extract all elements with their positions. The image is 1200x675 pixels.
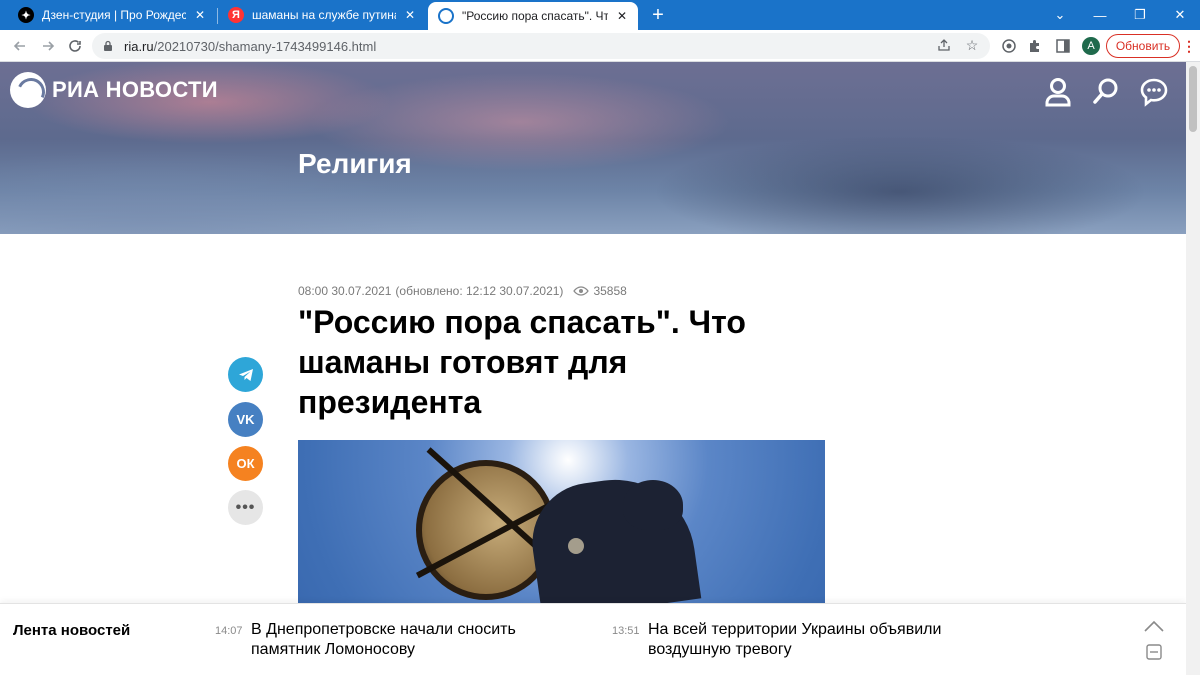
search-glyph bbox=[1093, 78, 1118, 104]
page-scrollbar[interactable] bbox=[1186, 62, 1200, 675]
updated-date: (обновлено: 12:12 30.07.2021) bbox=[395, 284, 564, 298]
chevron-up-glyph bbox=[1144, 620, 1164, 632]
extension-icon[interactable] bbox=[998, 35, 1020, 57]
close-tab-icon[interactable]: ✕ bbox=[192, 7, 208, 23]
forward-button[interactable] bbox=[36, 34, 60, 58]
view-count: 35858 bbox=[593, 284, 627, 298]
profile-avatar[interactable]: A bbox=[1082, 37, 1100, 55]
close-tab-icon[interactable]: ✕ bbox=[402, 7, 418, 23]
ticker-time: 13:51 bbox=[612, 625, 640, 637]
back-arrow-icon bbox=[13, 41, 25, 51]
dzen-icon: ✦ bbox=[18, 7, 34, 23]
reload-button[interactable] bbox=[63, 34, 87, 58]
browser-menu-icon[interactable]: ⋮ bbox=[1182, 36, 1196, 56]
news-ticker: Лента новостей 14:07 В Днепропетровске н… bbox=[0, 603, 1186, 675]
forward-arrow-icon bbox=[43, 41, 55, 51]
share-icon bbox=[938, 39, 950, 51]
minimize-ticker-icon[interactable] bbox=[1140, 642, 1168, 662]
yandex-icon: Я bbox=[228, 7, 244, 23]
reload-icon bbox=[69, 40, 81, 52]
puzzle-icon bbox=[1030, 40, 1039, 52]
lock-icon bbox=[104, 40, 112, 51]
tab-ria-article[interactable]: "Россию пора спасать". Что шам ✕ bbox=[428, 2, 638, 30]
new-tab-button[interactable]: + bbox=[646, 3, 670, 27]
chat-glyph bbox=[1140, 78, 1168, 107]
side-panel-icon[interactable] bbox=[1052, 35, 1074, 57]
shaman-headdress bbox=[623, 480, 683, 530]
chat-icon[interactable] bbox=[1138, 76, 1170, 108]
tab-title: Дзен-студия | Про Рождество, г bbox=[42, 8, 186, 22]
ria-icon bbox=[438, 8, 454, 24]
article-photo[interactable] bbox=[298, 440, 825, 605]
page-viewport: РИА НОВОСТИ Религия 08:00 30.07.2021 (об… bbox=[0, 62, 1186, 675]
share-telegram-button[interactable] bbox=[228, 357, 263, 392]
minimize-button[interactable]: — bbox=[1080, 0, 1120, 30]
tab-strip: ✦ Дзен-студия | Про Рождество, г ✕ Я шам… bbox=[0, 0, 1200, 30]
rubric-title[interactable]: Религия bbox=[298, 148, 412, 180]
update-button[interactable]: Обновить bbox=[1106, 34, 1180, 58]
share-more-button[interactable]: ••• bbox=[228, 490, 263, 525]
section-header: РИА НОВОСТИ Религия bbox=[0, 62, 1186, 234]
tab-yandex-search[interactable]: Я шаманы на службе путина — Я ✕ bbox=[218, 0, 426, 30]
ticker-time: 14:07 bbox=[215, 625, 243, 637]
back-button[interactable] bbox=[8, 34, 32, 58]
article-meta: 08:00 30.07.2021 (обновлено: 12:12 30.07… bbox=[298, 284, 627, 298]
bookmark-star-icon[interactable]: ☆ bbox=[962, 35, 982, 55]
sidebar-icon bbox=[1056, 39, 1070, 53]
close-tab-icon[interactable]: ✕ bbox=[614, 8, 630, 24]
url-host: ria.ru bbox=[124, 38, 154, 54]
url-text: ria.ru/20210730/shamany-1743499146.html bbox=[124, 39, 376, 54]
scrollbar-thumb[interactable] bbox=[1189, 66, 1197, 132]
tab-search-button[interactable]: ⌄ bbox=[1040, 0, 1080, 30]
ticker-item[interactable]: 13:51 На всей территории Украины объявил… bbox=[612, 620, 978, 660]
eye-icon bbox=[573, 286, 590, 296]
share-ok-button[interactable]: ОК bbox=[228, 446, 263, 481]
lens-flare bbox=[568, 538, 584, 554]
tab-title: шаманы на службе путина — Я bbox=[252, 8, 396, 22]
article-headline: "Россию пора спасать". Что шаманы готовя… bbox=[298, 304, 746, 420]
url-path: /20210730/shamany-1743499146.html bbox=[153, 38, 377, 54]
user-icon[interactable] bbox=[1042, 76, 1074, 108]
publish-date: 08:00 30.07.2021 bbox=[298, 284, 392, 298]
telegram-icon bbox=[238, 368, 253, 381]
ria-logo[interactable]: РИА НОВОСТИ bbox=[10, 72, 218, 108]
address-bar[interactable]: ria.ru/20210730/shamany-1743499146.html bbox=[92, 33, 990, 59]
browser-toolbar: ria.ru/20210730/shamany-1743499146.html … bbox=[0, 30, 1200, 62]
ria-logo-icon bbox=[10, 72, 46, 108]
translate-extension-icon bbox=[1002, 39, 1016, 53]
user-glyph bbox=[1045, 78, 1071, 107]
ticker-title[interactable]: Лента новостей bbox=[13, 622, 130, 639]
tab-dzen-studio[interactable]: ✦ Дзен-студия | Про Рождество, г ✕ bbox=[8, 0, 216, 30]
search-icon[interactable] bbox=[1090, 76, 1122, 108]
share-page-icon[interactable] bbox=[934, 35, 954, 55]
ticker-item[interactable]: 14:07 В Днепропетровске начали сносить п… bbox=[215, 620, 581, 660]
ticker-headline: В Днепропетровске начали сносить памятни… bbox=[251, 621, 516, 658]
restore-button[interactable]: ❐ bbox=[1120, 0, 1160, 30]
ticker-headline: На всей территории Украины объявили возд… bbox=[648, 621, 942, 658]
minimize-box-glyph bbox=[1146, 644, 1162, 660]
logo-text: РИА НОВОСТИ bbox=[52, 77, 218, 102]
share-vk-button[interactable]: VK bbox=[228, 402, 263, 437]
chevron-up-icon[interactable] bbox=[1140, 616, 1168, 636]
close-window-button[interactable]: ✕ bbox=[1160, 0, 1200, 30]
extensions-puzzle-icon[interactable] bbox=[1024, 35, 1046, 57]
tab-title: "Россию пора спасать". Что шам bbox=[462, 9, 608, 23]
